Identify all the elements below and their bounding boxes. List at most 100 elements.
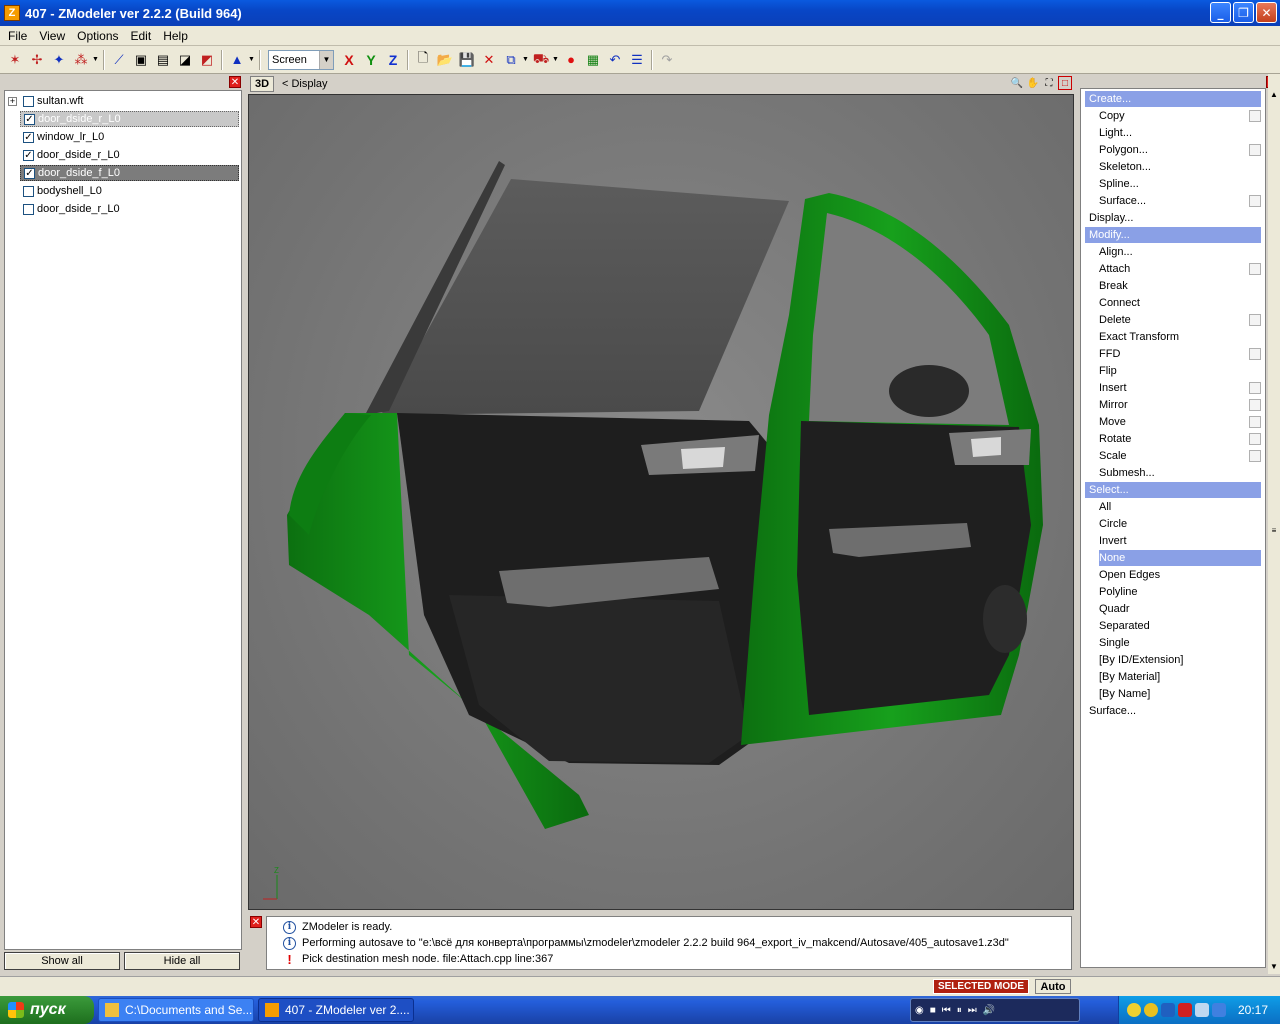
scroll-up-icon[interactable]: ▲ xyxy=(1268,88,1280,100)
group-surface[interactable]: Surface... xyxy=(1089,703,1136,719)
tree-item[interactable]: ✓ door_dside_r_L0 xyxy=(20,111,239,127)
pause-icon[interactable]: ⏸ xyxy=(957,1005,962,1016)
undo-icon[interactable]: ↶ xyxy=(604,49,626,71)
close-icon[interactable]: ✕ xyxy=(250,916,262,928)
cmd-skeleton[interactable]: Skeleton... xyxy=(1099,159,1261,175)
cmd-select-polyline[interactable]: Polyline xyxy=(1099,584,1261,600)
chevron-down-icon[interactable]: ▼ xyxy=(92,56,100,63)
tray-network-error-icon[interactable] xyxy=(1178,1003,1192,1017)
visibility-checkbox[interactable] xyxy=(23,185,34,197)
selected-mode-indicator[interactable]: SELECTED MODE xyxy=(933,979,1029,994)
group-display[interactable]: Display... xyxy=(1089,210,1133,226)
options-box[interactable] xyxy=(1249,110,1261,122)
menu-options[interactable]: Options xyxy=(71,29,124,43)
cmd-connect[interactable]: Connect xyxy=(1099,295,1261,311)
visibility-checkbox[interactable] xyxy=(23,203,34,215)
tray-monitor-icon[interactable] xyxy=(1161,1003,1175,1017)
export-icon[interactable]: ⧉ xyxy=(500,49,522,71)
restore-button[interactable]: ❐ xyxy=(1233,2,1254,23)
redo-icon[interactable]: ↷ xyxy=(656,49,678,71)
new-file-icon[interactable]: 🗋 xyxy=(412,49,434,71)
cmd-flip[interactable]: Flip xyxy=(1099,363,1261,379)
options-box[interactable] xyxy=(1249,416,1261,428)
cmd-attach[interactable]: Attach xyxy=(1099,261,1261,277)
pivot-icon[interactable]: ▲ xyxy=(226,49,248,71)
chevron-down-icon[interactable]: ▼ xyxy=(552,56,560,63)
chevron-down-icon[interactable]: ▼ xyxy=(522,56,530,63)
menu-file[interactable]: File xyxy=(2,29,33,43)
clock[interactable]: 20:17 xyxy=(1238,1003,1268,1017)
cmd-select-open-edges[interactable]: Open Edges xyxy=(1099,567,1261,583)
options-box[interactable] xyxy=(1249,399,1261,411)
cmd-move[interactable]: Move xyxy=(1099,414,1261,430)
cmd-exact-transform[interactable]: Exact Transform xyxy=(1099,329,1261,345)
show-all-button[interactable]: Show all xyxy=(4,952,120,970)
menu-edit[interactable]: Edit xyxy=(125,29,158,43)
cmd-polygon[interactable]: Polygon... xyxy=(1099,142,1261,158)
close-window-button[interactable]: ✕ xyxy=(1256,2,1277,23)
cmd-light[interactable]: Light... xyxy=(1099,125,1261,141)
tray-volume-icon[interactable] xyxy=(1195,1003,1209,1017)
tray-sun2-icon[interactable] xyxy=(1144,1003,1158,1017)
pan-hand-icon[interactable]: ✋ xyxy=(1026,76,1040,90)
cmd-select-all[interactable]: All xyxy=(1099,499,1261,515)
group-modify[interactable]: Modify... xyxy=(1085,227,1261,243)
options-box[interactable] xyxy=(1249,195,1261,207)
visibility-checkbox[interactable] xyxy=(23,95,34,107)
cube-face-icon[interactable]: ◪ xyxy=(174,49,196,71)
next-icon[interactable]: ⏭ xyxy=(968,1005,977,1016)
cmd-select-quadr[interactable]: Quadr xyxy=(1099,601,1261,617)
axis-y-toggle[interactable]: Y xyxy=(360,52,382,68)
cmd-delete[interactable]: Delete xyxy=(1099,312,1261,328)
cmd-select-none[interactable]: None xyxy=(1099,550,1261,566)
render-icon[interactable]: ⛟ xyxy=(530,49,552,71)
maximize-viewport-icon[interactable]: ⛶ xyxy=(1042,76,1056,90)
cmd-select-circle[interactable]: Circle xyxy=(1099,516,1261,532)
media-logo-icon[interactable]: ◉ xyxy=(915,1005,924,1016)
tree-item[interactable]: door_dside_r_L0 xyxy=(5,201,237,217)
options-box[interactable] xyxy=(1249,144,1261,156)
cube-icon[interactable]: ▣ xyxy=(130,49,152,71)
3d-viewport[interactable]: Z xyxy=(248,94,1074,910)
auto-toggle[interactable]: Auto xyxy=(1035,979,1071,994)
command-scrollbar[interactable]: ▲ ≡ ▼ xyxy=(1268,74,1280,974)
expand-icon[interactable]: + xyxy=(8,96,17,106)
cmd-surface[interactable]: Surface... xyxy=(1099,193,1261,209)
vertex-move-icon[interactable]: ✢ xyxy=(26,49,48,71)
record-icon[interactable]: ● xyxy=(560,49,582,71)
scroll-thumb-icon[interactable]: ≡ xyxy=(1268,524,1280,536)
tree-item[interactable]: ✓ door_dside_r_L0 xyxy=(5,147,237,163)
visibility-checkbox[interactable]: ✓ xyxy=(23,149,34,161)
viewport-title[interactable]: < Display xyxy=(282,78,328,90)
cmd-rotate[interactable]: Rotate xyxy=(1099,431,1261,447)
options-box[interactable] xyxy=(1249,314,1261,326)
options-box[interactable] xyxy=(1249,433,1261,445)
volume-icon[interactable]: 🔊 xyxy=(983,1005,995,1016)
save-icon[interactable]: 💾 xyxy=(456,49,478,71)
image-icon[interactable]: ▦ xyxy=(582,49,604,71)
options-box[interactable] xyxy=(1249,450,1261,462)
task-zmodeler[interactable]: 407 - ZModeler ver 2.... xyxy=(258,998,414,1022)
coord-system-select[interactable]: Screen ▼ xyxy=(268,49,334,70)
visibility-checkbox[interactable]: ✓ xyxy=(23,131,34,143)
stop-icon[interactable]: ■ xyxy=(930,1005,936,1016)
tray-sun-icon[interactable] xyxy=(1127,1003,1141,1017)
group-select[interactable]: Select... xyxy=(1085,482,1261,498)
options-box[interactable] xyxy=(1249,348,1261,360)
cmd-spline[interactable]: Spline... xyxy=(1099,176,1261,192)
cmd-select-single[interactable]: Single xyxy=(1099,635,1261,651)
options-box[interactable] xyxy=(1249,382,1261,394)
tree-item[interactable]: ✓ window_lr_L0 xyxy=(5,129,237,145)
group-create[interactable]: Create... xyxy=(1085,91,1261,107)
chevron-down-icon[interactable]: ▼ xyxy=(248,56,256,63)
cube-red-icon[interactable]: ◩ xyxy=(196,49,218,71)
tree-item[interactable]: + sultan.wft xyxy=(5,93,237,109)
menu-help[interactable]: Help xyxy=(157,29,194,43)
cmd-mirror[interactable]: Mirror xyxy=(1099,397,1261,413)
cube-group-icon[interactable]: ▤ xyxy=(152,49,174,71)
visibility-checkbox[interactable]: ✓ xyxy=(24,113,35,125)
start-button[interactable]: пуск xyxy=(0,996,94,1024)
hide-all-button[interactable]: Hide all xyxy=(124,952,240,970)
run-icon[interactable]: ✦ xyxy=(48,49,70,71)
cmd-align[interactable]: Align... xyxy=(1099,244,1261,260)
